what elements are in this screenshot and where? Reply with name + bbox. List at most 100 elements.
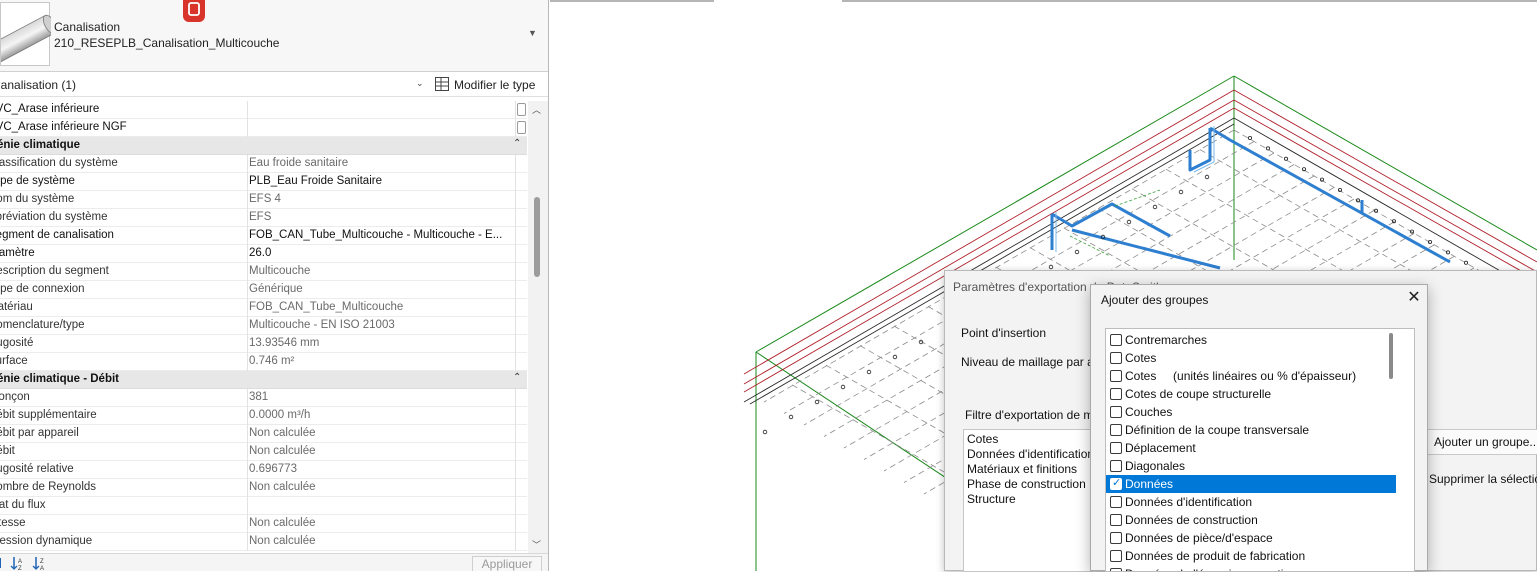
property-row[interactable]: PVC_Arase inférieure [0,101,527,119]
group-list-item[interactable]: Définition de la coupe transversale [1106,421,1396,439]
property-value: 0.746 m² [249,355,295,367]
column-divider [515,263,516,281]
checkbox[interactable] [1110,532,1122,544]
hanger-marker [1048,264,1054,270]
property-name: Tronçon [0,391,30,403]
property-value[interactable]: PLB_Eau Froide Sanitaire [249,175,517,189]
checkbox[interactable] [1110,550,1122,562]
properties-footer: AZ ZA Appliquer [0,553,548,571]
property-name: Diamètre [0,247,35,259]
property-value [249,499,517,513]
property-group-header[interactable]: Génie climatique ⌃ [0,137,527,155]
export-filter-list[interactable]: Cotes Données d'identification Matériaux e… [963,429,1093,572]
hanger-marker [1266,146,1271,151]
group-list-item[interactable]: Déplacement [1106,439,1396,457]
column-divider [515,533,516,551]
checkbox[interactable] [1110,370,1122,382]
remove-selection-button[interactable]: Supprimer la sélection [1427,469,1537,491]
groups-checklist[interactable]: Contremarches Cotes Cotes (unités linéaire… [1105,328,1415,572]
group-list-item[interactable]: Cotes [1106,349,1396,367]
column-divider [515,479,516,497]
property-row[interactable]: Type de système PLB_Eau Froide Sanitaire [0,173,527,191]
edit-type-button[interactable]: Modifier le type [432,75,537,95]
chevron-down-icon[interactable]: ⌄ [416,78,424,89]
filter-list-item[interactable]: Cotes [964,432,1092,447]
property-name: PVC_Arase inférieure [0,103,100,115]
property-row[interactable]: Segment de canalisation FOB_CAN_Tube_Mult… [0,227,527,245]
instance-filter-label[interactable]: Canalisation (1) [0,78,76,92]
property-row[interactable]: Diamètre 26.0 [0,245,527,263]
group-list-item[interactable]: Contremarches [1106,331,1396,349]
filter-list-item[interactable]: Structure [964,492,1092,507]
checkbox-checked-icon[interactable]: ✓ [1110,477,1122,490]
close-icon[interactable]: ✕ [1405,289,1423,307]
checkbox[interactable] [1110,424,1122,436]
collapse-icon[interactable]: ⌃ [513,138,521,149]
checkbox[interactable] [1110,334,1122,346]
add-group-button[interactable]: Ajouter un groupe... [1427,429,1537,455]
group-label: Cotes [1125,351,1157,365]
column-divider [247,101,248,119]
checkbox[interactable] [1110,514,1122,526]
sort-ascending-icon[interactable]: AZ [10,555,26,571]
group-list-item[interactable]: Diagonales [1106,457,1396,475]
revit-family-icon [183,0,205,22]
mesh-level-label: Niveau de maillage par a [961,355,1094,369]
property-name: Pression dynamique [0,535,93,547]
property-row[interactable]: PVC_Arase inférieure NGF [0,119,527,137]
property-row: Matériau FOB_CAN_Tube_Multicouche [0,299,527,317]
pipe-type-thumbnail [0,2,57,66]
chevron-down-icon[interactable]: ﹀ [532,538,541,551]
property-row: Rugosité 13.93546 mm [0,335,527,353]
property-row: Abréviation du système EFS [0,209,527,227]
group-list-item[interactable]: Données d'identification [1106,493,1396,511]
sort-descending-icon[interactable]: ZA [32,555,48,571]
property-value[interactable]: 26.0 [249,247,517,261]
property-group-name: Génie climatique [0,139,81,151]
chevron-up-icon[interactable]: ︿ [532,103,541,116]
column-divider [247,425,248,443]
property-row: Débit Non calculée [0,443,527,461]
categorized-icon[interactable] [0,555,10,571]
parameter-toggle[interactable] [517,121,526,134]
column-divider [247,317,248,335]
groups-scrollbar-thumb[interactable] [1389,333,1393,379]
column-divider [515,245,516,263]
group-list-item[interactable]: Couches [1106,403,1396,421]
parameter-toggle[interactable] [517,103,526,116]
type-selector[interactable]: Canalisation 210_RESEPLB_Canalisation_Mu… [0,0,548,72]
properties-scrollbar[interactable]: ︿ ﹀ [528,101,548,553]
scrollbar-thumb[interactable] [534,197,540,277]
edit-type-label: Modifier le type [454,78,536,92]
group-list-item[interactable]: Cotes de coupe structurelle [1106,385,1396,403]
hanger-marker [840,384,846,390]
column-divider [247,173,248,191]
checkbox[interactable] [1110,568,1122,571]
apply-button[interactable]: Appliquer [472,556,542,571]
group-list-item[interactable]: Données de produit de fabrication [1106,547,1396,565]
checkbox[interactable] [1110,406,1122,418]
property-value[interactable] [249,103,517,117]
properties-grid: PVC_Arase inférieure PVC_Arase inférieure… [0,101,527,551]
chevron-down-icon[interactable]: ▼ [528,28,537,38]
checkbox[interactable] [1110,388,1122,400]
property-value[interactable]: FOB_CAN_Tube_Multicouche - Multicouche -… [249,229,517,243]
property-group-header[interactable]: Génie climatique - Débit ⌃ [0,371,527,389]
checkbox[interactable] [1110,496,1122,508]
filter-list-item[interactable]: Données d'identification [964,447,1092,462]
filter-list-item[interactable]: Matériaux et finitions [964,462,1092,477]
filter-list-item[interactable]: Phase de construction [964,477,1092,492]
checkbox[interactable] [1110,352,1122,364]
property-row: Description du segment Multicouche [0,263,527,281]
collapse-icon[interactable]: ⌃ [513,372,521,383]
column-divider [247,335,248,353]
property-value[interactable] [249,121,517,135]
checkbox[interactable] [1110,442,1122,454]
group-list-item[interactable]: Données de construction [1106,511,1396,529]
group-list-item[interactable]: ✓ Données [1106,475,1396,493]
property-name: Nomenclature/type [0,319,85,331]
type-family-name: Canalisation [54,20,121,34]
group-list-item[interactable]: Cotes (unités linéaires ou % d'épaisseur… [1106,367,1396,385]
checkbox[interactable] [1110,460,1122,472]
group-list-item[interactable]: Données de pièce/d'espace [1106,529,1396,547]
